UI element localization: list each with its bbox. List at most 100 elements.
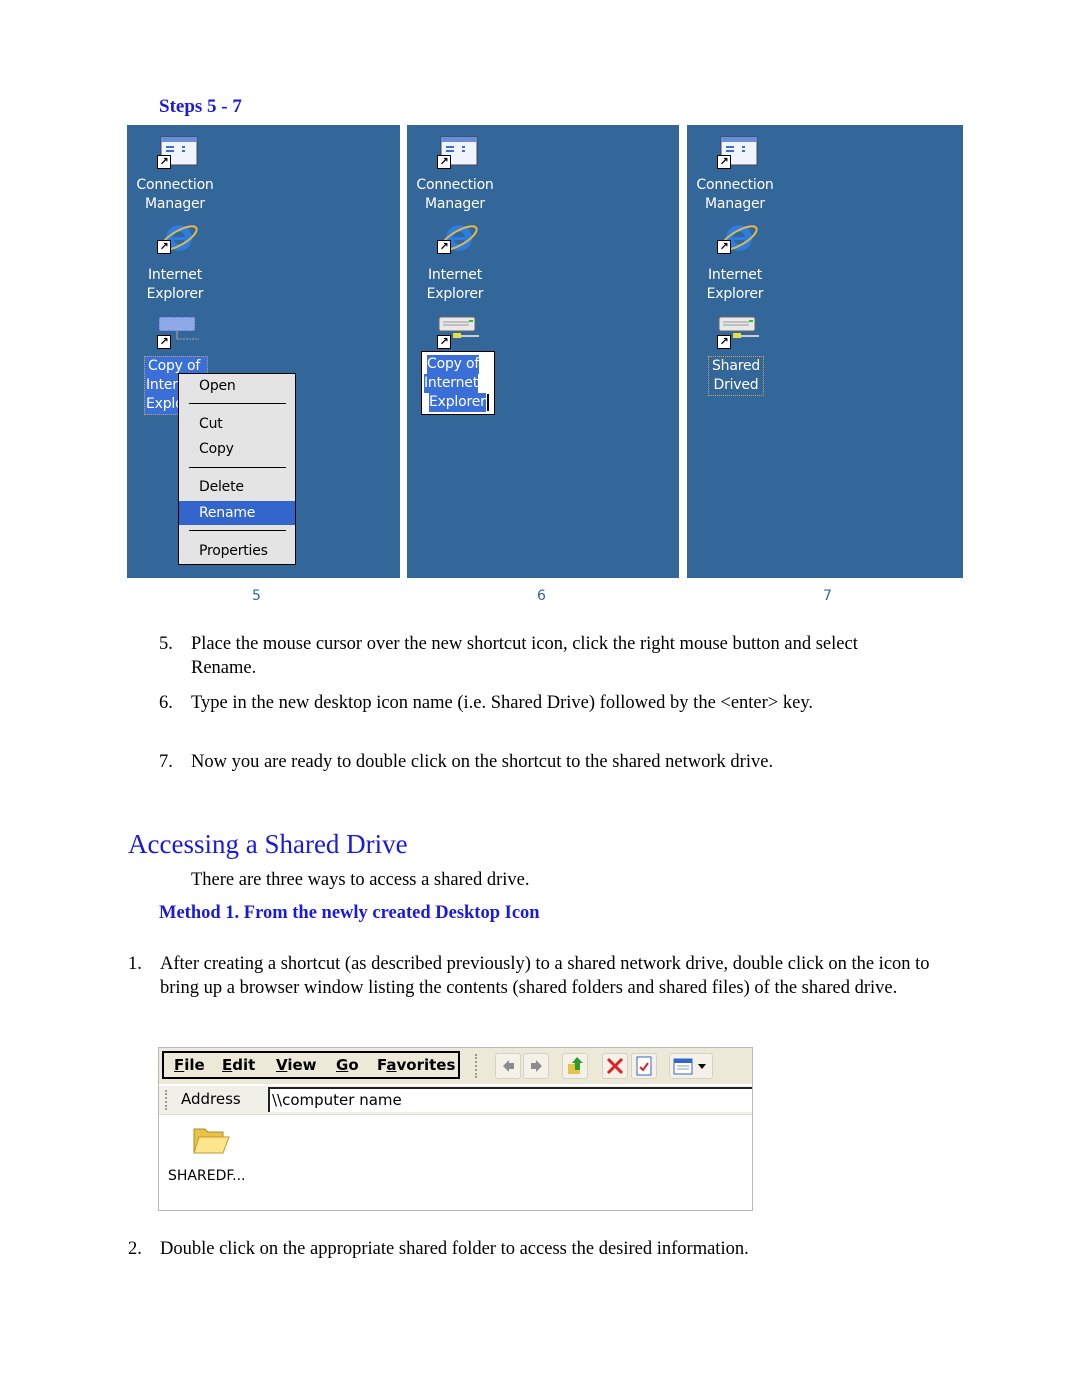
step-item: 6. Type in the new desktop icon name (i.… — [159, 691, 879, 739]
connection-manager-icon[interactable]: ↗ — [435, 135, 483, 171]
toolbar-grip[interactable] — [475, 1054, 483, 1078]
label-line: Connection — [416, 177, 494, 193]
step-item: 5. Place the mouse cursor over the new s… — [159, 632, 879, 680]
shared-folder-label[interactable]: SHAREDF... — [168, 1168, 246, 1184]
icon-label-internet-explorer[interactable]: Internet Explorer — [125, 266, 225, 304]
network-drive-icon[interactable]: ↗ — [155, 315, 203, 351]
panel-number-7: 7 — [823, 588, 832, 604]
shortcut-arrow-icon: ↗ — [437, 335, 451, 349]
step-number: 1. — [128, 954, 142, 974]
internet-explorer-icon[interactable]: ↗ — [155, 220, 203, 256]
icon-label-connection-manager[interactable]: Connection Manager — [405, 176, 505, 214]
shortcut-arrow-icon: ↗ — [717, 240, 731, 254]
icon-label-connection-manager[interactable]: Connection Manager — [125, 176, 225, 214]
view-menu-icon[interactable] — [669, 1053, 713, 1079]
menu-edit[interactable]: Edit — [222, 1053, 255, 1077]
accel-key: a — [386, 1056, 397, 1074]
menu-favorites[interactable]: Favorites — [377, 1053, 455, 1077]
connection-manager-icon[interactable]: ↗ — [155, 135, 203, 171]
step-text: Type in the new desktop icon name (i.e. … — [191, 693, 813, 713]
menu-item-properties[interactable]: Properties — [179, 539, 295, 563]
shortcut-arrow-icon: ↗ — [717, 335, 731, 349]
menu-file[interactable]: File — [174, 1053, 205, 1077]
step-number: 2. — [128, 1239, 142, 1259]
menu-rest: iew — [287, 1056, 317, 1074]
steps-title: Steps 5 - 7 — [159, 96, 242, 117]
step-text: Place the mouse cursor over the new shor… — [191, 634, 858, 678]
panel-number-6: 6 — [537, 588, 546, 604]
internet-explorer-icon[interactable]: ↗ — [435, 220, 483, 256]
menu-separator — [189, 403, 286, 404]
label-line: Internet — [148, 267, 202, 283]
desktop-screenshot-6: ↗ Connection Manager ↗ Internet Explorer… — [407, 125, 679, 578]
step-text: After creating a shortcut (as described … — [160, 954, 930, 998]
shortcut-arrow-icon: ↗ — [717, 155, 731, 169]
address-bar: Address \\computer name — [159, 1086, 752, 1115]
accel-key: G — [336, 1056, 349, 1074]
up-folder-icon[interactable] — [562, 1053, 588, 1079]
address-label: Address — [181, 1090, 241, 1108]
menu-view[interactable]: View — [276, 1053, 317, 1077]
label-line: Copy of — [427, 355, 480, 374]
back-icon[interactable] — [495, 1053, 521, 1079]
toolbar: File Edit View Go Favorites — [159, 1048, 752, 1084]
step-number: 7. — [159, 752, 173, 772]
icon-label-connection-manager[interactable]: Connection Manager — [685, 176, 785, 214]
label-line: Manager — [145, 196, 205, 212]
forward-icon[interactable] — [523, 1053, 549, 1079]
shared-folder-icon[interactable] — [191, 1123, 231, 1164]
method-step-item: 1. After creating a shortcut (as describ… — [128, 952, 958, 1024]
menu-item-cut[interactable]: Cut — [179, 412, 295, 436]
rename-edit-box[interactable]: Copy of Internet Explorer — [421, 351, 495, 415]
icon-label-internet-explorer[interactable]: Internet Explorer — [405, 266, 505, 304]
panel-number-5: 5 — [252, 588, 261, 604]
address-input[interactable]: \\computer name — [268, 1087, 752, 1112]
menu-separator — [189, 530, 286, 531]
label-line: Explorer — [426, 286, 484, 302]
menu-rest: F — [377, 1056, 387, 1074]
icon-label-shared-drive[interactable]: Shared Drived — [708, 356, 764, 396]
desktop-screenshot-7: ↗ Connection Manager ↗ Internet Explorer… — [687, 125, 963, 578]
label-line: Connection — [136, 177, 214, 193]
accel-key: F — [174, 1056, 185, 1074]
label-line: Manager — [705, 196, 765, 212]
method-step-item: 2. Double click on the appropriate share… — [128, 1237, 958, 1261]
label-line: Manager — [425, 196, 485, 212]
step-text: Double click on the appropriate shared f… — [160, 1239, 749, 1259]
menu-rest: vorites — [396, 1056, 456, 1074]
menu-item-rename[interactable]: Rename — [179, 501, 295, 525]
shortcut-arrow-icon: ↗ — [157, 335, 171, 349]
accel-key: E — [222, 1056, 233, 1074]
step-item: 7. Now you are ready to double click on … — [159, 750, 879, 774]
label-line: Drived — [713, 377, 759, 393]
icon-label-internet-explorer[interactable]: Internet Explorer — [685, 266, 785, 304]
step-number: 5. — [159, 634, 173, 654]
network-drive-icon[interactable]: ↗ — [435, 315, 483, 351]
step-number: 6. — [159, 693, 173, 713]
properties-icon[interactable] — [631, 1053, 657, 1079]
intro-text: There are three ways to access a shared … — [191, 870, 530, 890]
step-text: Now you are ready to double click on the… — [191, 752, 774, 772]
label-line: Explorer — [429, 393, 486, 412]
shortcut-arrow-icon: ↗ — [157, 155, 171, 169]
menu-rest: dit — [232, 1056, 256, 1074]
label-line: Internet — [428, 267, 482, 283]
method-heading: Method 1. From the newly created Desktop… — [159, 903, 540, 923]
text-cursor — [487, 394, 489, 411]
network-drive-icon[interactable]: ↗ — [715, 315, 763, 351]
toolbar-grip[interactable] — [165, 1090, 173, 1110]
label-line: Shared — [711, 358, 761, 374]
menu-rest: o — [348, 1056, 359, 1074]
menu-item-copy[interactable]: Copy — [179, 437, 295, 461]
connection-manager-icon[interactable]: ↗ — [715, 135, 763, 171]
menu-go[interactable]: Go — [336, 1053, 359, 1077]
label-line: Internet — [708, 267, 762, 283]
menu-item-open[interactable]: Open — [179, 374, 295, 398]
internet-explorer-icon[interactable]: ↗ — [715, 220, 763, 256]
menu-separator — [189, 467, 286, 468]
menu-item-delete[interactable]: Delete — [179, 475, 295, 499]
menu-bar: File Edit View Go Favorites — [162, 1051, 460, 1079]
delete-icon[interactable] — [602, 1053, 628, 1079]
accel-key: V — [276, 1056, 288, 1074]
menu-rest: ile — [184, 1056, 205, 1074]
